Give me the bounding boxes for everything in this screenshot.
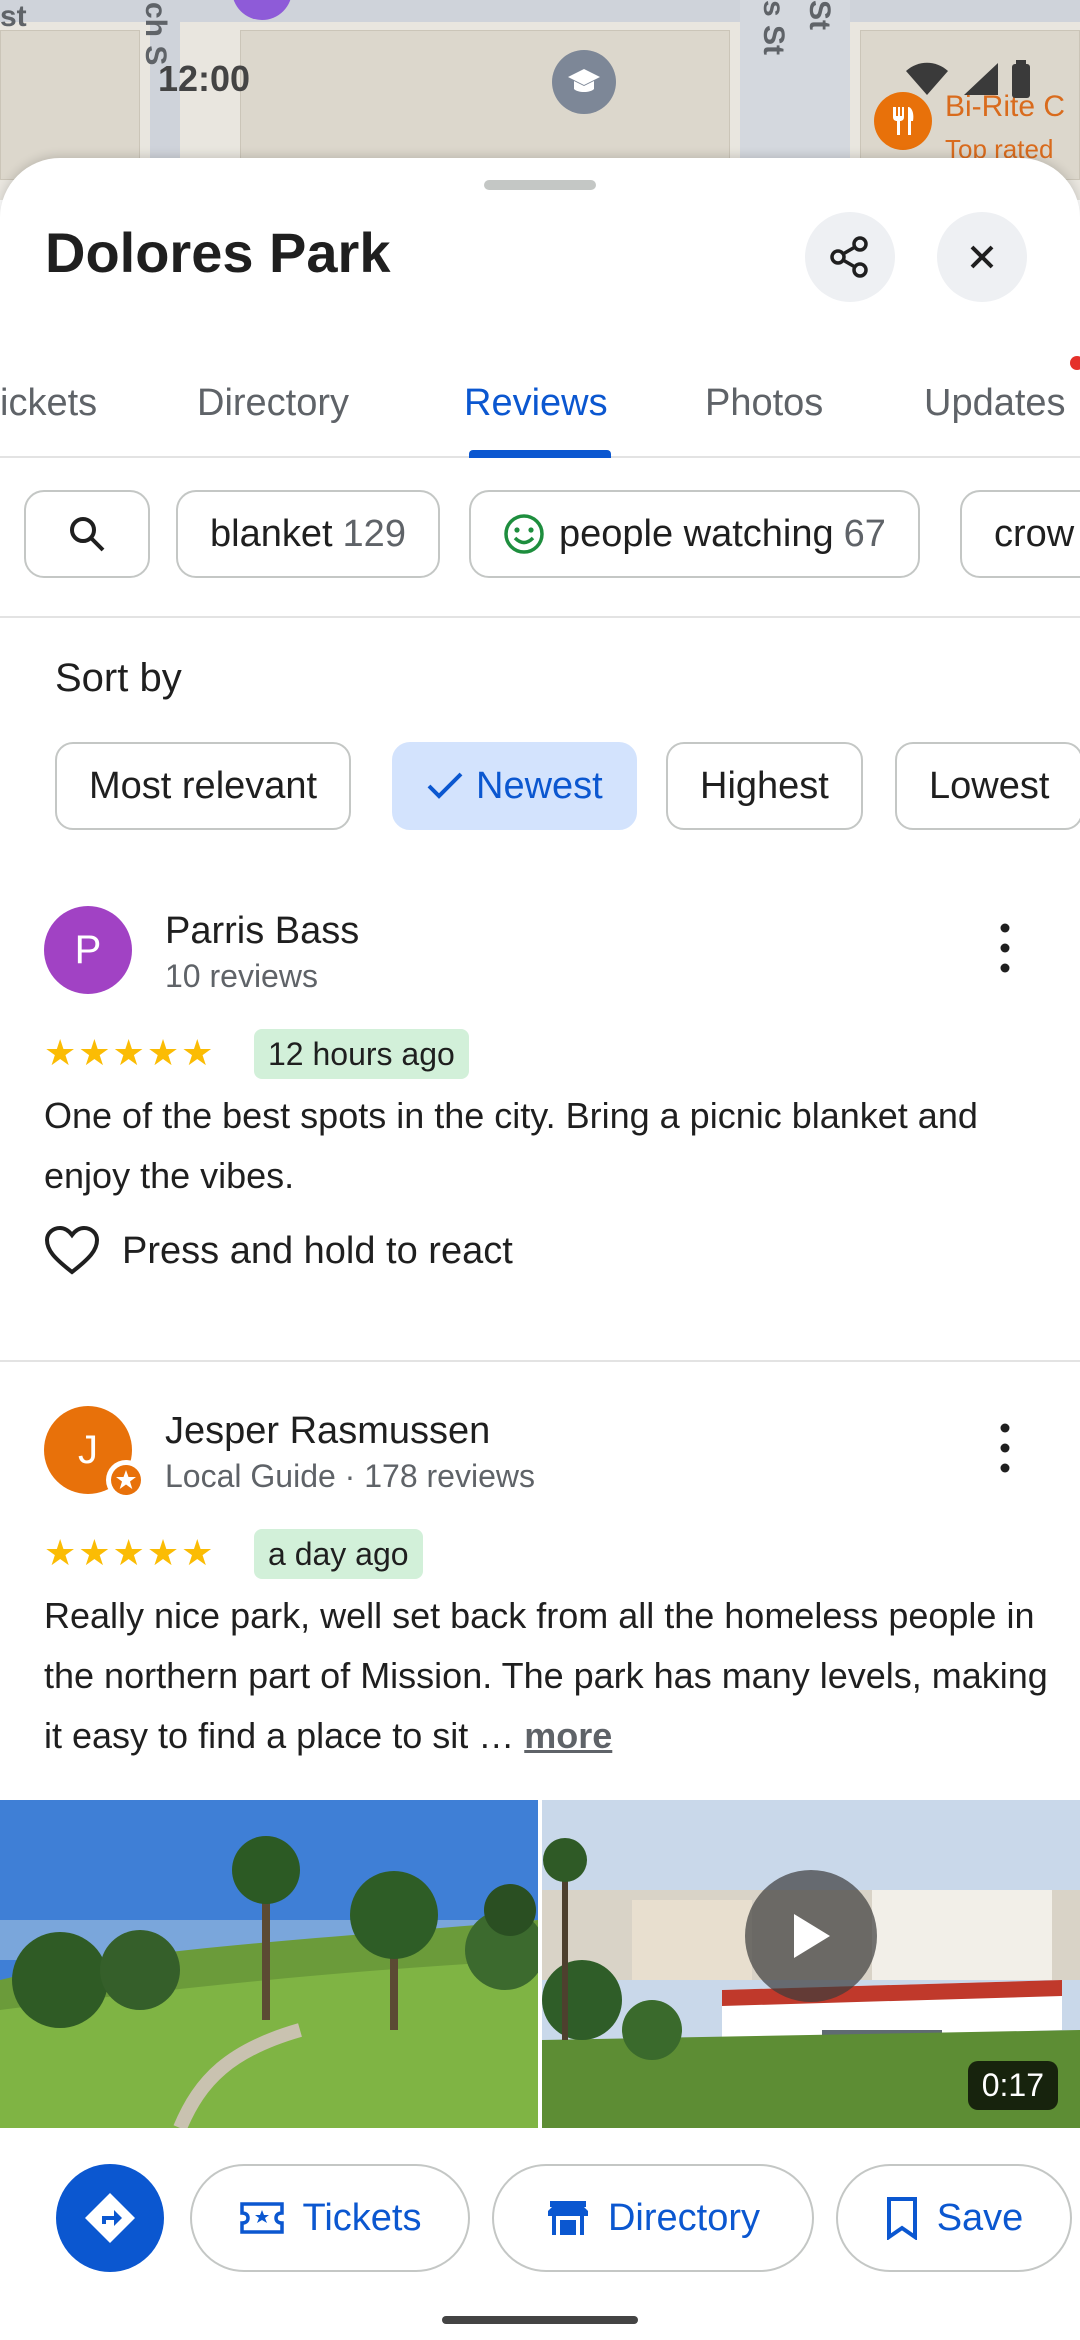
directory-label: Directory xyxy=(607,2196,761,2239)
review-photo[interactable] xyxy=(0,1800,538,2128)
tab-reviews[interactable]: Reviews xyxy=(464,348,608,458)
search-reviews-button[interactable] xyxy=(24,490,150,578)
map-street-label: St xyxy=(803,0,836,30)
star-rating: ★★★★★ xyxy=(44,1532,216,1573)
drag-handle[interactable] xyxy=(484,180,596,190)
review-photos: 0:17 xyxy=(0,1800,1080,2128)
status-time: 12:00 xyxy=(158,58,251,99)
map-street-label: s St xyxy=(757,0,790,56)
review-time-badge: 12 hours ago xyxy=(254,1029,469,1079)
bookmark-icon xyxy=(886,2197,917,2240)
sort-newest-label: Newest xyxy=(476,764,603,807)
topic-chip[interactable]: blanket 129 xyxy=(176,490,440,578)
reviewer-subtitle: Local Guide · 178 reviews xyxy=(165,1458,535,1494)
tab-bar: ickets Directory Reviews Photos Updates xyxy=(0,348,1080,458)
park-photo-image xyxy=(0,1800,538,2128)
map-street-label: st xyxy=(0,0,27,33)
topic-count: 67 xyxy=(843,512,886,555)
directory-button[interactable]: Directory xyxy=(492,2164,814,2272)
review-topics: blanket 129 people watching 67 crow xyxy=(0,458,1080,618)
restaurant-icon[interactable] xyxy=(874,92,932,150)
tab-photos[interactable]: Photos xyxy=(705,348,823,458)
sort-highest[interactable]: Highest xyxy=(666,742,863,830)
status-icons xyxy=(904,60,1032,98)
directions-button[interactable] xyxy=(56,2164,164,2272)
ticket-icon xyxy=(239,2202,284,2234)
local-guide-badge xyxy=(106,1460,146,1500)
review-video[interactable]: 0:17 xyxy=(542,1800,1080,2128)
more-link[interactable]: more xyxy=(524,1715,612,1756)
save-label: Save xyxy=(936,2196,1024,2239)
place-title: Dolores Park xyxy=(45,221,391,284)
review-text-block: Really nice park, well set back from all… xyxy=(44,1586,1054,1766)
topic-label: crow xyxy=(994,512,1075,555)
tickets-label: Tickets xyxy=(302,2196,422,2239)
close-button[interactable] xyxy=(937,212,1027,302)
store-icon xyxy=(547,2201,588,2235)
tab-directory[interactable]: Directory xyxy=(197,348,349,458)
local-guide-icon xyxy=(111,1465,141,1495)
map-street-label: ch S xyxy=(139,2,172,66)
tickets-button[interactable]: Tickets xyxy=(190,2164,470,2272)
active-tab-indicator xyxy=(469,450,611,458)
topic-count: 129 xyxy=(342,512,406,555)
play-icon xyxy=(794,1914,830,1958)
review-divider xyxy=(0,1360,1080,1362)
check-icon xyxy=(427,772,463,799)
bottom-action-bar: Tickets Directory Save xyxy=(0,2128,1080,2340)
avatar[interactable]: P xyxy=(44,906,132,994)
react-button[interactable]: Press and hold to react xyxy=(44,1226,513,1276)
sort-by-heading: Sort by xyxy=(55,656,182,700)
heart-icon xyxy=(44,1226,100,1275)
topic-chip[interactable]: crow xyxy=(960,490,1080,578)
reviewer-name[interactable]: Jesper Rasmussen xyxy=(165,1410,490,1453)
tab-tickets[interactable]: ickets xyxy=(0,348,97,458)
signal-icon xyxy=(964,63,998,95)
sort-most-relevant[interactable]: Most relevant xyxy=(55,742,352,830)
sort-newest[interactable]: Newest xyxy=(392,742,637,830)
smile-icon xyxy=(504,514,544,554)
share-button[interactable] xyxy=(805,212,895,302)
directions-icon xyxy=(85,2193,135,2243)
topic-label: people watching xyxy=(559,512,834,555)
play-button[interactable] xyxy=(745,1870,877,2002)
sort-lowest[interactable]: Lowest xyxy=(895,742,1080,830)
close-icon xyxy=(970,245,994,269)
reviewer-name[interactable]: Parris Bass xyxy=(165,910,359,953)
video-duration: 0:17 xyxy=(967,2061,1058,2110)
school-icon[interactable] xyxy=(552,50,616,114)
more-options-icon[interactable] xyxy=(990,1418,1020,1478)
react-label: Press and hold to react xyxy=(122,1229,513,1272)
save-button[interactable]: Save xyxy=(836,2164,1072,2272)
more-options-icon[interactable] xyxy=(990,918,1020,978)
review-time-badge: a day ago xyxy=(254,1529,423,1579)
search-icon xyxy=(70,517,105,552)
topic-chip[interactable]: people watching 67 xyxy=(469,490,920,578)
share-icon xyxy=(830,236,868,278)
review-text: One of the best spots in the city. Bring… xyxy=(44,1095,978,1196)
wifi-icon xyxy=(906,62,948,95)
updates-notification-dot xyxy=(1070,356,1080,370)
battery-icon xyxy=(1012,60,1030,98)
tab-updates[interactable]: Updates xyxy=(924,348,1066,458)
gesture-nav-bar[interactable] xyxy=(442,2316,638,2324)
reviewer-subtitle: 10 reviews xyxy=(165,958,318,994)
topic-label: blanket xyxy=(210,512,333,555)
star-rating: ★★★★★ xyxy=(44,1032,216,1073)
